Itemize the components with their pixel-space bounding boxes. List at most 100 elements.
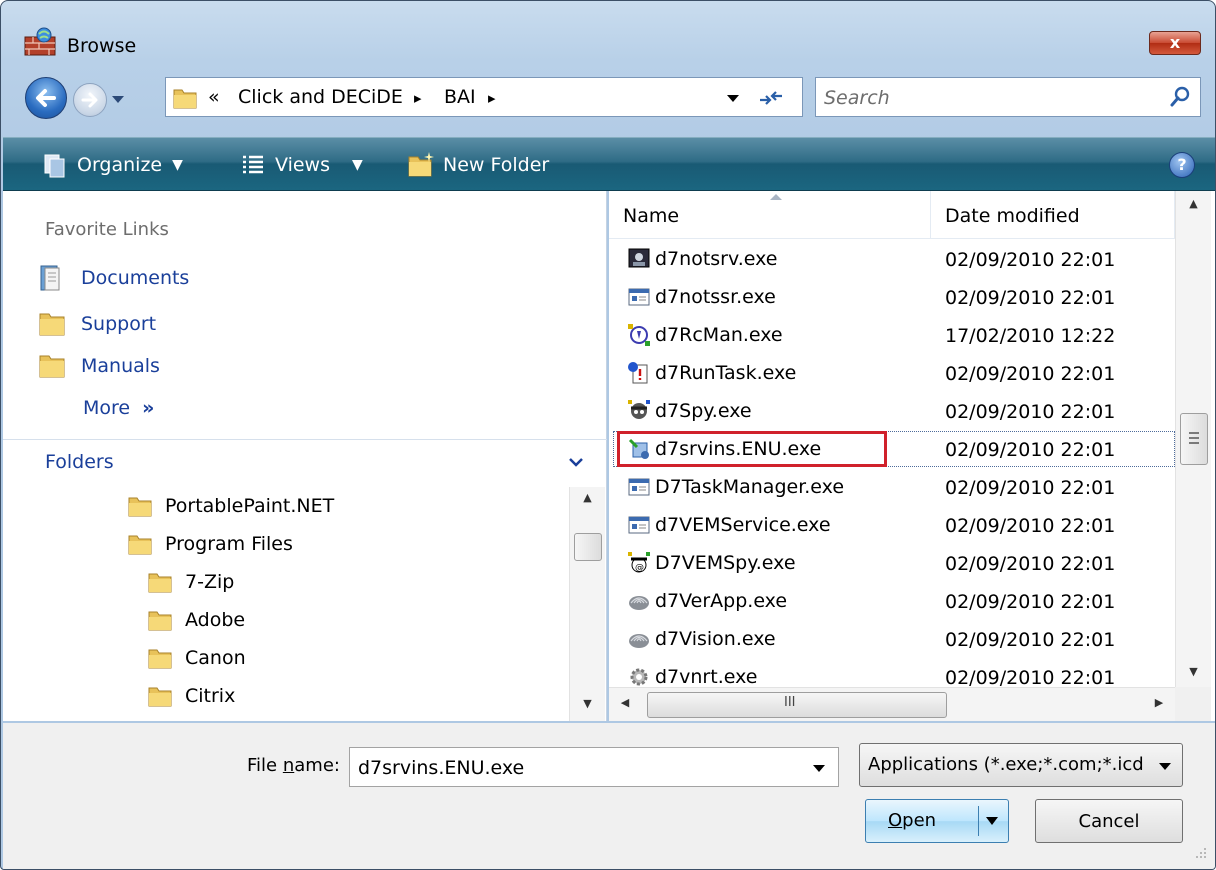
folders-header[interactable]: Folders: [3, 441, 607, 485]
breadcrumb-separator[interactable]: ▸: [488, 89, 496, 107]
forward-button[interactable]: [73, 83, 107, 117]
file-row[interactable]: d7notssr.exe 02/09/2010 22:01: [609, 279, 1175, 315]
file-row[interactable]: D7TaskManager.exe 02/09/2010 22:01: [609, 469, 1175, 505]
help-icon[interactable]: ?: [1169, 152, 1195, 178]
resize-grip-icon[interactable]: [1189, 843, 1209, 863]
chevron-down-icon[interactable]: [812, 762, 826, 774]
scroll-thumb[interactable]: III: [647, 692, 947, 718]
scroll-up-arrow-icon[interactable]: ▲: [570, 491, 605, 511]
file-date: 17/02/2010 12:22: [945, 325, 1116, 347]
file-date: 02/09/2010 22:01: [945, 249, 1116, 271]
views-icon: [243, 155, 263, 174]
folder-tree-item[interactable]: Adobe: [147, 603, 245, 637]
shell-icon: [629, 634, 649, 648]
file-date: 02/09/2010 22:01: [945, 629, 1116, 651]
split-separator: [978, 806, 979, 836]
organize-label: Organize: [77, 154, 163, 176]
file-name-cell: d7RunTask.exe: [627, 359, 796, 387]
open-dropdown-icon[interactable]: [984, 814, 1000, 828]
file-row[interactable]: d7Vision.exe 02/09/2010 22:01: [609, 621, 1175, 657]
views-label: Views: [275, 154, 330, 176]
address-bar[interactable]: « Click and DECiDE ▸ BAI ▸: [165, 77, 803, 117]
scroll-thumb[interactable]: [574, 533, 602, 561]
close-button[interactable]: x: [1149, 31, 1201, 55]
file-row[interactable]: d7VerApp.exe 02/09/2010 22:01: [609, 583, 1175, 619]
file-name-combobox[interactable]: [349, 747, 839, 787]
file-row[interactable]: d7notsrv.exe 02/09/2010 22:01: [609, 241, 1175, 277]
scroll-right-arrow-icon[interactable]: ▶: [1149, 696, 1169, 716]
breadcrumb-click-and-decide[interactable]: Click and DECiDE: [238, 86, 403, 108]
file-name-cell: @ D7VEMSpy.exe: [627, 549, 796, 577]
breadcrumb-separator[interactable]: ▸: [414, 89, 422, 107]
file-date: 02/09/2010 22:01: [945, 667, 1116, 687]
favorite-link-label: Manuals: [81, 355, 160, 377]
folder-tree-label: Citrix: [185, 685, 236, 707]
documents-icon: [40, 265, 60, 291]
file-row[interactable]: d7VEMService.exe 02/09/2010 22:01: [609, 507, 1175, 543]
column-header-name[interactable]: Name: [609, 191, 931, 239]
folder-tree-item[interactable]: Program Files: [127, 527, 293, 561]
scroll-down-arrow-icon[interactable]: ▼: [570, 697, 605, 717]
cancel-button[interactable]: Cancel: [1035, 799, 1183, 843]
file-name: d7Spy.exe: [655, 400, 752, 422]
favorite-link-documents[interactable]: Documents: [37, 261, 189, 295]
views-menu[interactable]: Views ▼: [239, 148, 363, 182]
folder-tree-item[interactable]: 7-Zip: [147, 565, 234, 599]
file-row[interactable]: d7RcMan.exe 17/02/2010 12:22: [609, 317, 1175, 353]
file-name: d7srvins.ENU.exe: [655, 438, 822, 460]
chevron-down-icon[interactable]: [1158, 760, 1172, 772]
address-dropdown-icon[interactable]: [726, 92, 740, 104]
file-name-cell: d7Vision.exe: [627, 625, 776, 653]
search-icon[interactable]: [1168, 84, 1194, 110]
title-bar[interactable]: Browse x: [1, 1, 1215, 75]
file-name-input[interactable]: [358, 754, 798, 782]
command-toolbar: Organize ▼ Views ▼ New Folder ?: [3, 137, 1215, 191]
scroll-left-arrow-icon[interactable]: ◀: [615, 696, 635, 716]
scroll-down-arrow-icon[interactable]: ▼: [1176, 665, 1211, 685]
file-name-label: File name:: [247, 755, 340, 776]
file-row[interactable]: d7vnrt.exe 02/09/2010 22:01: [609, 659, 1175, 687]
breadcrumb-bai[interactable]: BAI: [444, 86, 476, 108]
organize-menu[interactable]: Organize ▼: [41, 148, 183, 182]
task-alert-icon: [628, 362, 648, 384]
new-folder-label: New Folder: [443, 154, 550, 176]
search-box[interactable]: [815, 77, 1201, 117]
file-name: d7notssr.exe: [655, 286, 776, 308]
breadcrumb-overflow[interactable]: «: [208, 86, 220, 108]
folder-tree-scrollbar[interactable]: ▲ ▼: [569, 487, 605, 721]
file-row[interactable]: d7srvins.ENU.exe 02/09/2010 22:01: [609, 431, 1175, 467]
folder-icon: [148, 687, 172, 707]
file-name-cell: d7Spy.exe: [627, 397, 752, 425]
file-row[interactable]: d7RunTask.exe 02/09/2010 22:01: [609, 355, 1175, 391]
chevron-down-icon[interactable]: [567, 453, 585, 471]
favorite-link-manuals[interactable]: Manuals: [37, 349, 160, 383]
file-list-horizontal-scrollbar[interactable]: ◀ III ▶: [609, 687, 1175, 721]
folder-icon: [128, 497, 152, 517]
file-list-vertical-scrollbar[interactable]: ▲ ▼: [1175, 191, 1211, 687]
more-links[interactable]: More »: [83, 397, 154, 419]
recent-pages-dropdown-icon[interactable]: [111, 93, 125, 105]
favorite-link-support[interactable]: Support: [37, 307, 156, 341]
file-row[interactable]: @ D7VEMSpy.exe 02/09/2010 22:01: [609, 545, 1175, 581]
back-button[interactable]: [25, 77, 67, 119]
new-folder-icon: [408, 152, 434, 177]
file-type-select[interactable]: Applications (*.exe;*.com;*.icd: [859, 743, 1183, 787]
file-name: d7VEMService.exe: [655, 514, 831, 536]
column-header: Name Date modified: [609, 191, 1175, 239]
scroll-thumb[interactable]: [1180, 413, 1208, 465]
file-name-cell: D7TaskManager.exe: [627, 473, 844, 501]
open-button[interactable]: Open: [865, 799, 1009, 843]
column-header-date-modified[interactable]: Date modified: [931, 191, 1175, 239]
folder-tree-item[interactable]: PortablePaint.NET: [127, 489, 334, 523]
folder-tree-label: Program Files: [165, 533, 293, 555]
folder-tree-item[interactable]: Citrix: [147, 679, 235, 713]
scroll-up-arrow-icon[interactable]: ▲: [1176, 197, 1211, 217]
refresh-icon[interactable]: [756, 86, 786, 110]
file-row[interactable]: d7Spy.exe 02/09/2010 22:01: [609, 393, 1175, 429]
search-input[interactable]: [824, 84, 1154, 112]
folder-tree-item[interactable]: [147, 717, 185, 721]
new-folder-button[interactable]: New Folder: [407, 148, 549, 182]
folder-tree-item[interactable]: Canon: [147, 641, 246, 675]
file-name-cell: d7notsrv.exe: [627, 245, 778, 273]
scrollbar-corner: [1175, 687, 1211, 721]
